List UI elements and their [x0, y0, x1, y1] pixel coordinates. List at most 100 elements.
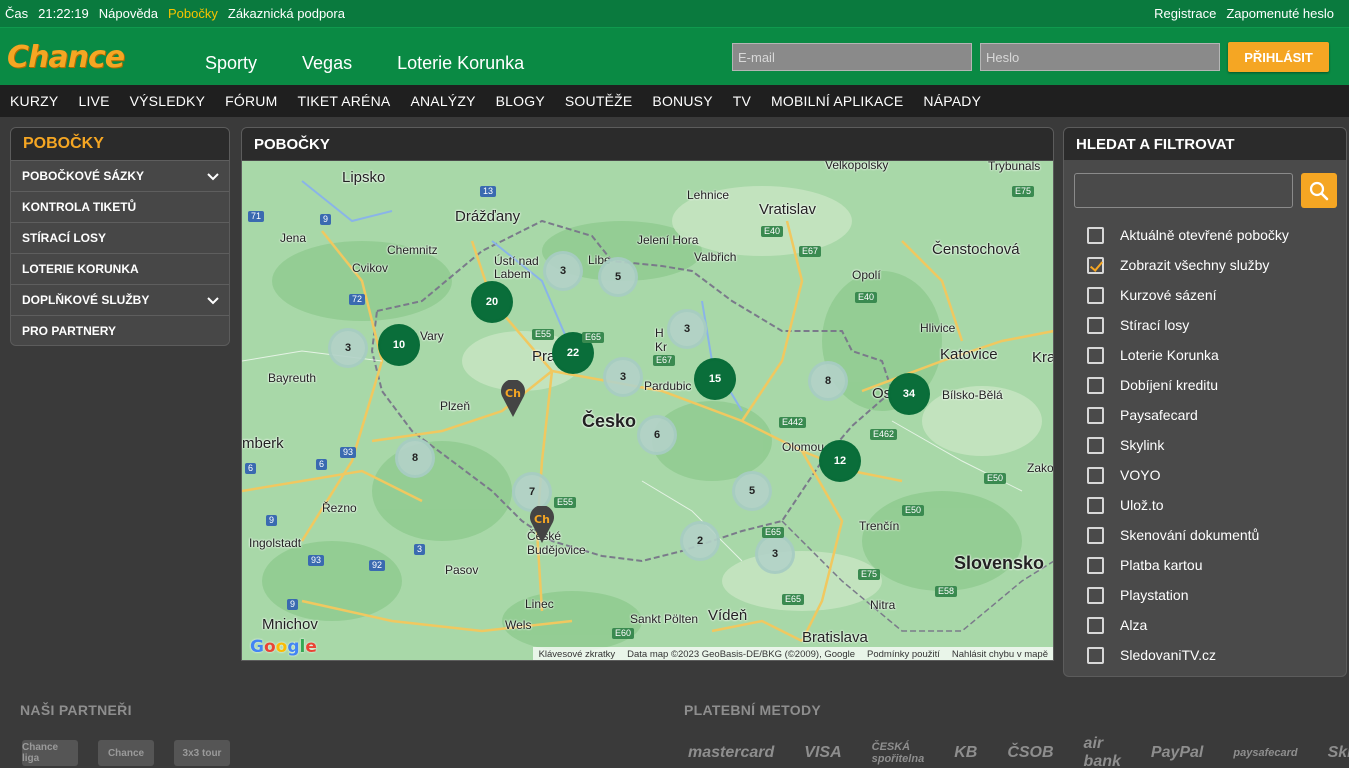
subnav-item[interactable]: FÓRUM — [225, 93, 277, 109]
road-number-label: E65 — [582, 332, 605, 343]
branch-cluster-marker[interactable]: 3 — [755, 534, 795, 574]
time-label: Čas — [5, 6, 29, 21]
branch-cluster-marker[interactable]: 5 — [732, 471, 772, 511]
filter-option[interactable]: Zobrazit všechny služby — [1087, 250, 1289, 280]
sidebar-item[interactable]: DOPLŇKOVÉ SLUŽBY — [11, 284, 229, 315]
sidebar-item[interactable]: KONTROLA TIKETŮ — [11, 191, 229, 222]
branch-cluster-marker[interactable]: 10 — [378, 324, 420, 366]
map-city-label: Vratislav — [759, 201, 816, 218]
filter-checkbox[interactable] — [1087, 436, 1104, 454]
branch-cluster-marker[interactable]: 3 — [543, 251, 583, 291]
map-report-link[interactable]: Nahlásit chybu v mapě — [952, 649, 1048, 660]
filter-checkbox[interactable] — [1087, 466, 1104, 484]
payment-logo: air bank — [1083, 735, 1121, 768]
login-button[interactable]: PŘIHLÁSIT — [1228, 42, 1329, 72]
subnav-item[interactable]: NÁPADY — [923, 93, 981, 109]
subnav-item[interactable]: TIKET ARÉNA — [297, 93, 390, 109]
map-city-label: Hlivice — [920, 321, 956, 335]
filter-option[interactable]: Skenování dokumentů — [1087, 520, 1289, 550]
branch-cluster-marker[interactable]: 12 — [819, 440, 861, 482]
sidebar-item[interactable]: POBOČKOVÉ SÁZKY — [11, 160, 229, 191]
nav-vegas[interactable]: Vegas — [302, 53, 352, 74]
branch-pin[interactable]: Ch — [529, 506, 555, 544]
branch-cluster-marker[interactable]: 2 — [680, 521, 720, 561]
filter-checkbox[interactable] — [1087, 346, 1104, 364]
filter-option[interactable]: Alza — [1087, 610, 1289, 640]
filter-option[interactable]: Paysafecard — [1087, 400, 1289, 430]
branch-search-input[interactable] — [1074, 173, 1293, 208]
filter-checkbox[interactable] — [1087, 376, 1104, 394]
partner-logo[interactable]: Chance liga — [22, 740, 78, 766]
filter-checkbox[interactable] — [1087, 496, 1104, 514]
sidebar-item[interactable]: LOTERIE KORUNKA — [11, 253, 229, 284]
filter-checkbox[interactable] — [1087, 556, 1104, 574]
map-city-label: Vary — [420, 329, 444, 343]
branch-cluster-marker[interactable]: 20 — [471, 281, 513, 323]
chance-logo[interactable]: Chance — [7, 40, 125, 75]
filter-checkbox[interactable] — [1087, 406, 1104, 424]
filter-checkbox[interactable] — [1087, 616, 1104, 634]
road-number-label: E55 — [532, 329, 555, 340]
filter-option[interactable]: VOYO — [1087, 460, 1289, 490]
subnav-item[interactable]: KURZY — [10, 93, 58, 109]
branch-cluster-marker[interactable]: 15 — [694, 358, 736, 400]
filter-option[interactable]: Skylink — [1087, 430, 1289, 460]
filter-checkbox[interactable] — [1087, 526, 1104, 544]
email-field[interactable]: E-mail — [732, 43, 972, 71]
top-link-branches[interactable]: Pobočky — [168, 6, 218, 21]
branch-cluster-marker[interactable]: 8 — [808, 361, 848, 401]
filter-option[interactable]: Aktuálně otevřené pobočky — [1087, 220, 1289, 250]
branch-map[interactable]: Lipsko Drážďany Vratislav Velkopolsky Trybun… — [242, 161, 1053, 660]
filter-label: Dobíjení kreditu — [1120, 377, 1219, 393]
filter-option[interactable]: Ulož.to — [1087, 490, 1289, 520]
top-link-support[interactable]: Zákaznická podpora — [228, 6, 345, 21]
subnav-item[interactable]: LIVE — [78, 93, 109, 109]
filter-option[interactable]: Kurzové sázení — [1087, 280, 1289, 310]
filter-checkbox[interactable] — [1087, 646, 1104, 664]
payment-logo: KB — [954, 744, 978, 761]
partner-logo[interactable]: Chance — [98, 740, 154, 766]
branch-cluster-marker[interactable]: 3 — [603, 357, 643, 397]
filter-checkbox[interactable] — [1087, 256, 1104, 274]
branch-pin[interactable]: Ch — [500, 380, 526, 418]
branch-cluster-marker[interactable]: 5 — [598, 257, 638, 297]
map-shortcuts-link[interactable]: Klávesové zkratky — [539, 649, 616, 660]
subnav-item[interactable]: ANALÝZY — [410, 93, 475, 109]
branch-cluster-marker[interactable]: 3 — [667, 309, 707, 349]
filter-checkbox[interactable] — [1087, 586, 1104, 604]
filter-option[interactable]: Platba kartou — [1087, 550, 1289, 580]
register-link[interactable]: Registrace — [1154, 6, 1216, 21]
subnav-item[interactable]: SOUTĚŽE — [565, 93, 633, 109]
filter-option[interactable]: Playstation — [1087, 580, 1289, 610]
sidebar-item[interactable]: STÍRACÍ LOSY — [11, 222, 229, 253]
forgot-password-link[interactable]: Zapomenuté heslo — [1226, 6, 1334, 21]
filter-checkbox[interactable] — [1087, 286, 1104, 304]
subnav-item[interactable]: VÝSLEDKY — [130, 93, 206, 109]
nav-lottery[interactable]: Loterie Korunka — [397, 53, 524, 74]
filter-option[interactable]: Dobíjení kreditu — [1087, 370, 1289, 400]
nav-sports[interactable]: Sporty — [205, 53, 257, 74]
subnav-item[interactable]: BLOGY — [496, 93, 545, 109]
search-button[interactable] — [1301, 173, 1337, 208]
filter-label: Playstation — [1120, 587, 1189, 603]
filter-option[interactable]: Stírací losy — [1087, 310, 1289, 340]
filter-option[interactable]: SledovaniTV.cz — [1087, 640, 1289, 670]
branch-cluster-marker[interactable]: 34 — [888, 373, 930, 415]
sidebar-item[interactable]: PRO PARTNERY — [11, 315, 229, 345]
filter-label: Stírací losy — [1120, 317, 1190, 333]
filter-checkbox[interactable] — [1087, 226, 1104, 244]
subnav-item[interactable]: MOBILNÍ APLIKACE — [771, 93, 903, 109]
subnav-item[interactable]: BONUSY — [652, 93, 712, 109]
map-city-label: Wels — [505, 618, 532, 632]
branch-cluster-marker[interactable]: 6 — [637, 415, 677, 455]
filter-checkbox[interactable] — [1087, 316, 1104, 334]
subnav-item[interactable]: TV — [733, 93, 751, 109]
password-field[interactable]: Heslo — [980, 43, 1220, 71]
filter-option[interactable]: Loterie Korunka — [1087, 340, 1289, 370]
partner-logo[interactable]: 3x3 tour — [174, 740, 230, 766]
top-link-help[interactable]: Nápověda — [99, 6, 158, 21]
branch-cluster-marker[interactable]: 8 — [395, 438, 435, 478]
map-city-label: Pasov — [445, 563, 479, 577]
map-terms-link[interactable]: Podmínky použití — [867, 649, 940, 660]
branch-cluster-marker[interactable]: 3 — [328, 328, 368, 368]
